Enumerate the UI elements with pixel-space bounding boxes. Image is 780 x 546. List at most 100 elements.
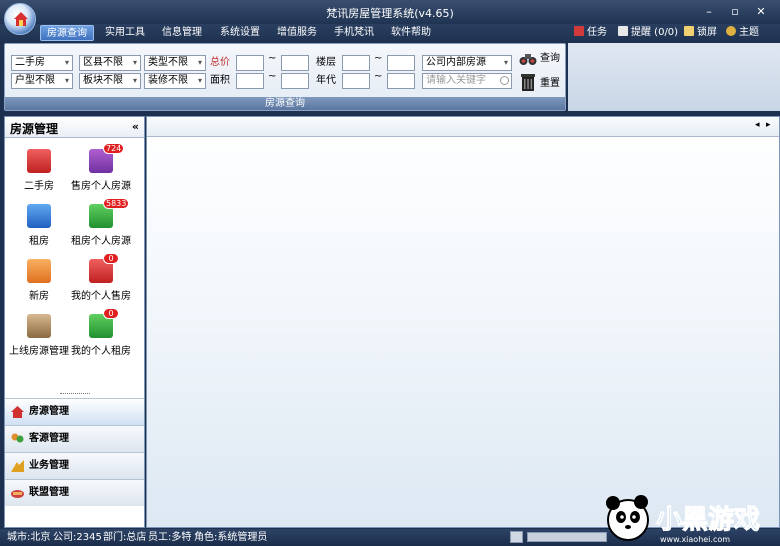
menu-value-added[interactable]: 增值服务 — [271, 25, 323, 41]
accordion-business[interactable]: 业务管理 — [5, 452, 144, 479]
sidebar-title: 房源管理 — [10, 122, 59, 136]
menu-house-query[interactable]: 房源查询 — [40, 25, 94, 41]
main-content-area: ◂ ▸ — [146, 116, 780, 528]
customers-icon — [11, 433, 24, 443]
nav-label: 我的个人租房 — [71, 346, 131, 357]
nav-label: 售房个人房源 — [71, 181, 131, 192]
status-progress — [527, 532, 607, 542]
accordion-label: 业务管理 — [29, 460, 69, 471]
nav-label: 租房个人房源 — [71, 236, 131, 247]
sidebar: 房源管理 « 二手房 724 售房个人房源 租房 5833 租房个人房源 新房 … — [4, 116, 145, 528]
lock-screen-menu[interactable]: 锁屏 — [684, 25, 717, 41]
lock-label: 锁屏 — [697, 27, 717, 38]
menu-bar: 房源查询 实用工具 信息管理 系统设置 增值服务 手机梵讯 软件帮助 任务 提醒… — [0, 24, 780, 42]
floor-tilde: ~ — [374, 53, 383, 64]
area-min-input[interactable] — [236, 73, 264, 89]
theme-menu[interactable]: 主题 — [726, 25, 759, 41]
year-label: 年代 — [316, 75, 336, 86]
menu-tools[interactable]: 实用工具 — [100, 25, 150, 41]
year-tilde: ~ — [374, 71, 383, 82]
task-menu[interactable]: 任务 — [574, 25, 607, 41]
binoculars-icon — [519, 52, 537, 66]
floor-min-input[interactable] — [342, 55, 370, 71]
year-max-input[interactable] — [387, 73, 415, 89]
panda-icon: 小黑游戏 www.xiaohei.com — [606, 495, 761, 544]
panel-caption: 房源查询 — [5, 97, 565, 110]
nav-sale-personal[interactable]: 724 售房个人房源 — [69, 143, 133, 199]
tab-strip: ◂ ▸ — [147, 117, 779, 137]
lock-icon — [684, 26, 694, 36]
reminder-icon — [618, 26, 628, 36]
theme-label: 主题 — [739, 27, 759, 38]
status-gear-icon[interactable] — [510, 531, 523, 543]
rent-icon — [27, 204, 51, 228]
nav-my-sale[interactable]: 0 我的个人售房 — [69, 253, 133, 309]
accordion-customer[interactable]: 客源管理 — [5, 425, 144, 452]
area-label: 面积 — [210, 75, 230, 86]
splitter-grip[interactable] — [60, 393, 90, 397]
title-bar: 梵讯房屋管理系统(v4.65) – ▫ ✕ — [0, 0, 780, 24]
source-select[interactable]: 公司内部房源 — [422, 55, 512, 71]
menu-mobile[interactable]: 手机梵讯 — [328, 25, 380, 41]
house-icon — [11, 406, 24, 418]
watermark-logo: 小黑游戏 www.xiaohei.com — [596, 492, 776, 544]
collapse-icon[interactable]: « — [132, 120, 139, 133]
accordion-label: 客源管理 — [29, 433, 69, 444]
query-button[interactable]: 查询 — [540, 51, 560, 67]
close-button[interactable]: ✕ — [751, 4, 771, 20]
tab-prev-icon[interactable]: ◂ — [755, 120, 760, 130]
decoration-select[interactable]: 装修不限 — [144, 73, 206, 89]
count-badge: 0 — [103, 308, 119, 319]
accordion-house[interactable]: 房源管理 — [5, 398, 144, 425]
reminder-menu[interactable]: 提醒 (0/0) — [618, 25, 678, 41]
accordion-label: 房源管理 — [29, 406, 69, 417]
watermark-text: 小黑游戏 — [656, 505, 760, 535]
sidebar-header: 房源管理 « — [5, 117, 144, 138]
theme-icon — [726, 26, 736, 36]
business-icon — [11, 460, 24, 472]
nav-my-rent[interactable]: 0 我的个人租房 — [69, 308, 133, 364]
status-staff: 员工:多特 — [148, 532, 192, 543]
nav-rent-personal[interactable]: 5833 租房个人房源 — [69, 198, 133, 254]
floor-max-input[interactable] — [387, 55, 415, 71]
layout-select[interactable]: 户型不限 — [11, 73, 73, 89]
menu-help[interactable]: 软件帮助 — [385, 25, 437, 41]
price-min-input[interactable] — [236, 55, 264, 71]
minimize-button[interactable]: – — [699, 4, 719, 20]
menu-info[interactable]: 信息管理 — [156, 25, 208, 41]
year-min-input[interactable] — [342, 73, 370, 89]
window-title: 梵讯房屋管理系统(v4.65) — [326, 7, 454, 20]
tab-next-icon[interactable]: ▸ — [766, 120, 771, 130]
count-badge: 724 — [103, 143, 125, 154]
house-type-select[interactable]: 二手房 — [11, 55, 73, 71]
maximize-button[interactable]: ▫ — [725, 4, 745, 20]
total-price-label: 总价 — [210, 57, 230, 68]
house-query-panel: 二手房 区县不限 类型不限 户型不限 板块不限 装修不限 总价 面积 ~ ~ 楼… — [4, 43, 566, 111]
floor-label: 楼层 — [316, 57, 336, 68]
price-tilde: ~ — [268, 53, 277, 64]
watermark-url: www.xiaohei.com — [660, 535, 730, 544]
toolbar-empty-area — [568, 43, 780, 111]
district-select[interactable]: 区县不限 — [79, 55, 141, 71]
status-role: 角色:系统管理员 — [194, 532, 268, 543]
menu-settings[interactable]: 系统设置 — [214, 25, 266, 41]
listing-icon — [27, 314, 51, 338]
task-icon — [574, 26, 584, 36]
search-icon — [500, 76, 509, 85]
category-select[interactable]: 类型不限 — [144, 55, 206, 71]
building-icon — [27, 259, 51, 283]
nav-label: 我的个人售房 — [71, 291, 131, 302]
area-tilde: ~ — [268, 71, 277, 82]
house-icon — [27, 149, 51, 173]
keyword-search-input[interactable]: 请输入关键字 — [422, 73, 512, 89]
block-select[interactable]: 板块不限 — [79, 73, 141, 89]
area-max-input[interactable] — [281, 73, 309, 89]
task-label: 任务 — [587, 27, 607, 38]
trash-icon — [520, 72, 536, 92]
reset-button[interactable]: 重置 — [540, 76, 560, 92]
status-dept: 部门:总店 — [103, 532, 147, 543]
price-max-input[interactable] — [281, 55, 309, 71]
count-badge: 0 — [103, 253, 119, 264]
accordion-alliance[interactable]: 联盟管理 — [5, 479, 144, 506]
app-logo-icon — [4, 3, 36, 35]
